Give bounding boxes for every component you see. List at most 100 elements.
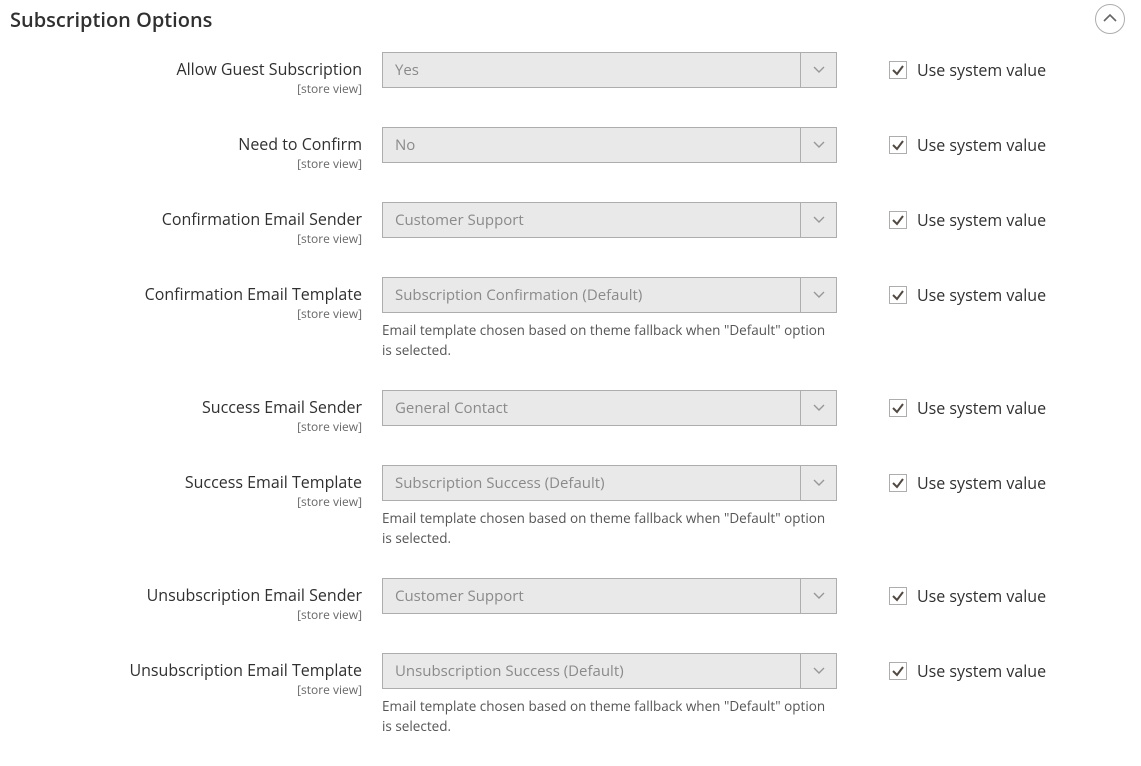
dropdown-arrow xyxy=(800,391,836,425)
select-value: Subscription Success (Default) xyxy=(383,473,800,493)
use-system-checkbox[interactable] xyxy=(889,61,907,79)
unsub-template-select[interactable]: Unsubscription Success (Default) xyxy=(382,653,837,689)
dropdown-arrow xyxy=(800,466,836,500)
dropdown-arrow xyxy=(800,278,836,312)
use-default-col: Use system value xyxy=(837,277,1046,313)
select-value: Yes xyxy=(383,60,800,80)
collapse-toggle-button[interactable] xyxy=(1095,4,1125,34)
field-label: Unsubscription Email Template xyxy=(129,659,362,681)
template-note: Email template chosen based on theme fal… xyxy=(382,509,837,548)
conf-sender-select[interactable]: Customer Support xyxy=(382,202,837,238)
chevron-down-icon xyxy=(813,141,825,149)
label-col: Success Email Template [store view] xyxy=(10,465,382,510)
use-default-col: Use system value xyxy=(837,127,1046,163)
chevron-down-icon xyxy=(813,216,825,224)
field-row-conf-sender: Confirmation Email Sender [store view] C… xyxy=(10,202,1131,247)
select-value: General Contact xyxy=(383,398,800,418)
control-col: General Contact xyxy=(382,390,837,426)
use-system-checkbox[interactable] xyxy=(889,211,907,229)
control-col: Customer Support xyxy=(382,578,837,614)
field-row-conf-template: Confirmation Email Template [store view]… xyxy=(10,277,1131,360)
use-system-label[interactable]: Use system value xyxy=(917,660,1046,682)
dropdown-arrow xyxy=(800,654,836,688)
check-icon xyxy=(891,589,905,603)
label-col: Success Email Sender [store view] xyxy=(10,390,382,435)
scope-label: [store view] xyxy=(10,155,362,172)
use-default-col: Use system value xyxy=(837,465,1046,501)
use-system-label[interactable]: Use system value xyxy=(917,284,1046,306)
label-col: Allow Guest Subscription [store view] xyxy=(10,52,382,97)
label-col: Confirmation Email Sender [store view] xyxy=(10,202,382,247)
scope-label: [store view] xyxy=(10,230,362,247)
chevron-down-icon xyxy=(813,667,825,675)
use-default-col: Use system value xyxy=(837,578,1046,614)
check-icon xyxy=(891,213,905,227)
control-col: Customer Support xyxy=(382,202,837,238)
use-system-checkbox[interactable] xyxy=(889,474,907,492)
select-value: Customer Support xyxy=(383,210,800,230)
field-row-allow-guest: Allow Guest Subscription [store view] Ye… xyxy=(10,52,1131,97)
label-col: Confirmation Email Template [store view] xyxy=(10,277,382,322)
control-col: No xyxy=(382,127,837,163)
form-body: Allow Guest Subscription [store view] Ye… xyxy=(10,52,1131,736)
select-value: No xyxy=(383,135,800,155)
use-system-checkbox[interactable] xyxy=(889,587,907,605)
unsub-sender-select[interactable]: Customer Support xyxy=(382,578,837,614)
use-system-label[interactable]: Use system value xyxy=(917,209,1046,231)
scope-label: [store view] xyxy=(10,681,362,698)
use-default-col: Use system value xyxy=(837,202,1046,238)
field-row-unsub-template: Unsubscription Email Template [store vie… xyxy=(10,653,1131,736)
allow-guest-select[interactable]: Yes xyxy=(382,52,837,88)
chevron-down-icon xyxy=(813,592,825,600)
use-default-col: Use system value xyxy=(837,653,1046,689)
dropdown-arrow xyxy=(800,203,836,237)
field-row-succ-sender: Success Email Sender [store view] Genera… xyxy=(10,390,1131,435)
use-system-checkbox[interactable] xyxy=(889,286,907,304)
check-icon xyxy=(891,401,905,415)
use-default-col: Use system value xyxy=(837,390,1046,426)
section-header: Subscription Options xyxy=(10,0,1131,52)
field-label: Success Email Template xyxy=(185,471,362,493)
field-label: Need to Confirm xyxy=(238,133,362,155)
use-system-checkbox[interactable] xyxy=(889,399,907,417)
field-row-unsub-sender: Unsubscription Email Sender [store view]… xyxy=(10,578,1131,623)
check-icon xyxy=(891,138,905,152)
use-system-label[interactable]: Use system value xyxy=(917,134,1046,156)
label-col: Unsubscription Email Sender [store view] xyxy=(10,578,382,623)
scope-label: [store view] xyxy=(10,418,362,435)
chevron-down-icon xyxy=(813,291,825,299)
use-system-checkbox[interactable] xyxy=(889,136,907,154)
subscription-options-section: Subscription Options Allow Guest Subscri… xyxy=(0,0,1141,736)
select-value: Subscription Confirmation (Default) xyxy=(383,285,800,305)
field-label: Success Email Sender xyxy=(202,396,362,418)
chevron-down-icon xyxy=(813,479,825,487)
use-system-label[interactable]: Use system value xyxy=(917,397,1046,419)
chevron-down-icon xyxy=(813,66,825,74)
use-system-label[interactable]: Use system value xyxy=(917,59,1046,81)
control-col: Yes xyxy=(382,52,837,88)
check-icon xyxy=(891,288,905,302)
label-col: Unsubscription Email Template [store vie… xyxy=(10,653,382,698)
succ-sender-select[interactable]: General Contact xyxy=(382,390,837,426)
control-col: Subscription Confirmation (Default) Emai… xyxy=(382,277,837,360)
label-col: Need to Confirm [store view] xyxy=(10,127,382,172)
select-value: Customer Support xyxy=(383,586,800,606)
scope-label: [store view] xyxy=(10,80,362,97)
field-label: Confirmation Email Template xyxy=(145,283,362,305)
control-col: Subscription Success (Default) Email tem… xyxy=(382,465,837,548)
succ-template-select[interactable]: Subscription Success (Default) xyxy=(382,465,837,501)
use-default-col: Use system value xyxy=(837,52,1046,88)
field-label: Unsubscription Email Sender xyxy=(147,584,362,606)
scope-label: [store view] xyxy=(10,305,362,322)
need-confirm-select[interactable]: No xyxy=(382,127,837,163)
field-label: Confirmation Email Sender xyxy=(162,208,362,230)
use-system-label[interactable]: Use system value xyxy=(917,585,1046,607)
use-system-checkbox[interactable] xyxy=(889,662,907,680)
use-system-label[interactable]: Use system value xyxy=(917,472,1046,494)
template-note: Email template chosen based on theme fal… xyxy=(382,321,837,360)
section-title: Subscription Options xyxy=(10,6,212,33)
dropdown-arrow xyxy=(800,128,836,162)
conf-template-select[interactable]: Subscription Confirmation (Default) xyxy=(382,277,837,313)
template-note: Email template chosen based on theme fal… xyxy=(382,697,837,736)
scope-label: [store view] xyxy=(10,606,362,623)
